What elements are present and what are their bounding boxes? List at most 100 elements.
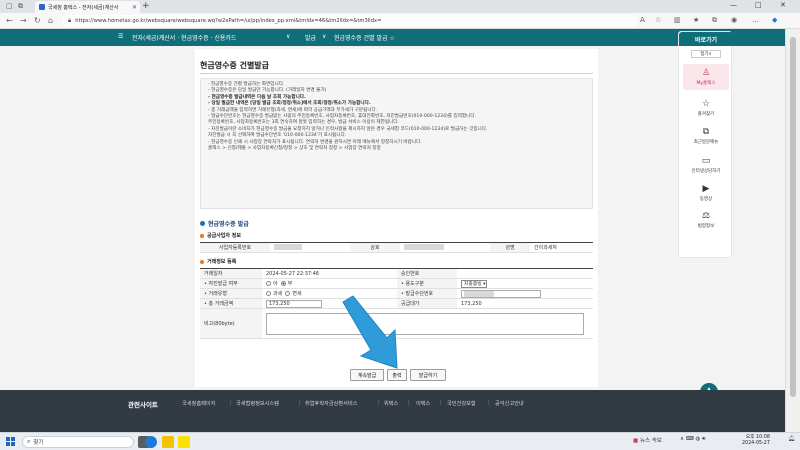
scrollbar-thumb[interactable] <box>790 37 796 397</box>
usage-select[interactable]: 지출증빙 ▾ <box>461 279 487 288</box>
address-bar[interactable]: 🔒︎ https://www.hometax.go.kr/websquare/w… <box>62 15 637 27</box>
quick-link-law[interactable]: ⚖ 법령정보 <box>683 207 729 233</box>
chevron-down-icon[interactable]: ∨ <box>286 33 290 40</box>
self-issue-yes-radio[interactable] <box>280 281 286 286</box>
footer-divider: | <box>299 400 301 406</box>
copilot-icon[interactable]: ◆ <box>772 16 777 24</box>
workspaces-icon[interactable]: ▢ <box>6 2 13 10</box>
footer-link[interactable]: 국민건강보험 <box>447 400 476 407</box>
self-issue-no-radio[interactable] <box>266 281 271 286</box>
quick-link-consult[interactable]: ▭ 인터넷상담하기 <box>683 152 729 178</box>
self-issue-label: • 자진발급 여부 <box>200 278 262 289</box>
total-amount-input[interactable]: 173,250 <box>266 299 322 308</box>
back-icon[interactable]: ← <box>6 16 13 25</box>
section-title: 현금영수증 발급 <box>200 219 249 228</box>
footer-divider: | <box>408 400 410 406</box>
tray-icons[interactable]: ∧ ⌨ ◍ 🔊︎ <box>680 436 705 443</box>
footer: 관련사이트 국세청홈페이지 | 국세법령정보시스템 | 취업후학자금상환서비스 … <box>0 390 785 432</box>
quick-link-recent[interactable]: ⧉ 최근방문메뉴 <box>683 123 729 149</box>
notice-line: 홈택스 > 신청/제출 > 사업자등록신청/정정 > 상호 및 연락처 정정 >… <box>208 146 381 152</box>
page-title: 현금영수증 건별발급 <box>200 61 270 70</box>
chevron-down-icon[interactable]: ∨ <box>322 33 326 40</box>
section-bullet-icon <box>200 221 205 226</box>
notification-icon[interactable]: 🔔︎ <box>788 436 795 442</box>
windows-start-icon[interactable] <box>6 437 15 446</box>
footer-link[interactable]: 국세법령정보시스템 <box>236 400 279 407</box>
footer-link[interactable]: 취업후학자금상환서비스 <box>305 400 358 407</box>
tab-title: 국세청 홈택스 - 전자(세금)계산서 <box>48 4 119 11</box>
title-divider <box>200 73 593 74</box>
masked-value <box>274 244 302 251</box>
news-icon: ■ <box>633 438 639 444</box>
footer-divider: | <box>488 400 490 406</box>
issue-button[interactable]: 발급하기 <box>410 369 446 381</box>
footer-link[interactable]: 국세청홈페이지 <box>182 400 215 407</box>
means-cell <box>457 288 593 299</box>
recent-icon: ⧉ <box>702 127 710 137</box>
menu-icon[interactable]: ☰ <box>118 33 123 40</box>
home-icon[interactable]: ⌂ <box>48 16 53 25</box>
bullet-icon <box>200 233 204 238</box>
self-issue-radios: 아 부 <box>262 278 397 289</box>
quick-link-video[interactable]: ▶ 동영상 <box>683 180 729 206</box>
quick-link-my-hometax[interactable]: ♙ My홈택스 <box>683 64 729 90</box>
clock[interactable]: 오후 10:08 2024-05-27 <box>742 435 770 447</box>
memo-textarea[interactable] <box>266 312 584 335</box>
company-name-label: 상호 <box>350 242 400 253</box>
means-input[interactable] <box>461 289 541 298</box>
footer-divider: | <box>230 400 232 406</box>
more-menu-icon[interactable]: … <box>752 16 759 24</box>
star-icon: ☆ <box>701 99 711 109</box>
quick-link-favorites[interactable]: ☆ 즐겨찾기 <box>683 95 729 121</box>
rep-value: 간이과세자 <box>530 242 593 253</box>
forward-icon[interactable]: → <box>20 16 27 25</box>
minimize-icon[interactable]: — <box>730 1 737 9</box>
usage-cell: 지출증빙 ▾ <box>457 278 593 289</box>
news-widget[interactable]: ■ 뉴스 속보 <box>633 436 662 444</box>
hometax-favicon-icon <box>39 4 45 10</box>
footer-link[interactable]: 이택스 <box>416 400 430 407</box>
trade-date-label: 거래일자 <box>200 268 262 279</box>
browser-tab[interactable]: 국세청 홈택스 - 전자(세금)계산서 ✕ <box>35 1 140 13</box>
biz-no-value <box>270 242 350 253</box>
page-scrollbar[interactable] <box>785 29 800 432</box>
quick-links-panel: 바로가기 접기∨ ♙ My홈택스 ☆ 즐겨찾기 ⧉ 최근방문메뉴 ▭ 인터넷상담… <box>678 31 733 258</box>
memo-label: 비고(80byte) <box>200 308 262 339</box>
browser-toolbar: ← → ↻ ⌂ 🔒︎ https://www.hometax.go.kr/web… <box>0 13 800 29</box>
search-icon: ⌕ <box>27 438 31 445</box>
quick-links-title: 바로가기 <box>679 32 733 46</box>
footer-divider: | <box>440 400 442 406</box>
supplier-heading: 공급사업자 정보 <box>200 232 241 239</box>
profile-icon[interactable]: ◉ <box>731 16 737 24</box>
nav-current-page[interactable]: 현금영수증 건별 발급 ☆ <box>334 33 395 42</box>
edge-icon[interactable] <box>145 436 157 448</box>
footer-link[interactable]: 위택스 <box>384 400 398 407</box>
refresh-icon[interactable]: ↻ <box>34 16 41 25</box>
type-exempt-radio[interactable] <box>285 291 291 296</box>
taskbar: ⌕ 찾기 ■ 뉴스 속보 ∧ ⌨ ◍ 🔊︎ 오후 10:08 2024-05-2… <box>0 432 800 450</box>
type-taxed-radio[interactable] <box>266 291 271 296</box>
breadcrumb[interactable]: 전자(세금)계산서 · 현금영수증 · 신용카드 <box>132 33 236 42</box>
kakaotalk-icon[interactable] <box>178 436 190 448</box>
maximize-icon[interactable]: □ <box>755 1 762 9</box>
tab-actions-icon[interactable]: ⧉ <box>18 2 23 11</box>
new-tab-icon[interactable]: + <box>142 1 150 11</box>
memo-cell <box>262 308 593 339</box>
split-screen-icon[interactable]: ▥ <box>674 16 681 24</box>
footer-divider: | <box>378 400 380 406</box>
company-name-value <box>400 242 490 253</box>
favorite-star-icon[interactable]: ☆ <box>655 16 661 24</box>
fold-button[interactable]: 접기∨ <box>691 50 721 58</box>
collections-icon[interactable]: ⧉ <box>712 16 717 25</box>
close-window-icon[interactable]: ✕ <box>780 1 786 9</box>
footer-link[interactable]: 공익신고안내 <box>495 400 524 407</box>
read-aloud-icon[interactable]: A <box>640 16 645 24</box>
supply-label: 공급대가 <box>397 298 457 309</box>
trade-heading: 거래정보 등록 <box>200 258 236 265</box>
close-tab-icon[interactable]: ✕ <box>132 4 137 11</box>
file-explorer-icon[interactable] <box>162 436 174 448</box>
taskbar-search[interactable]: ⌕ 찾기 <box>22 436 134 448</box>
person-icon: ♙ <box>701 68 711 78</box>
favorites-icon[interactable]: ★ <box>693 16 699 24</box>
nav-issue[interactable]: 발급 <box>305 33 316 42</box>
